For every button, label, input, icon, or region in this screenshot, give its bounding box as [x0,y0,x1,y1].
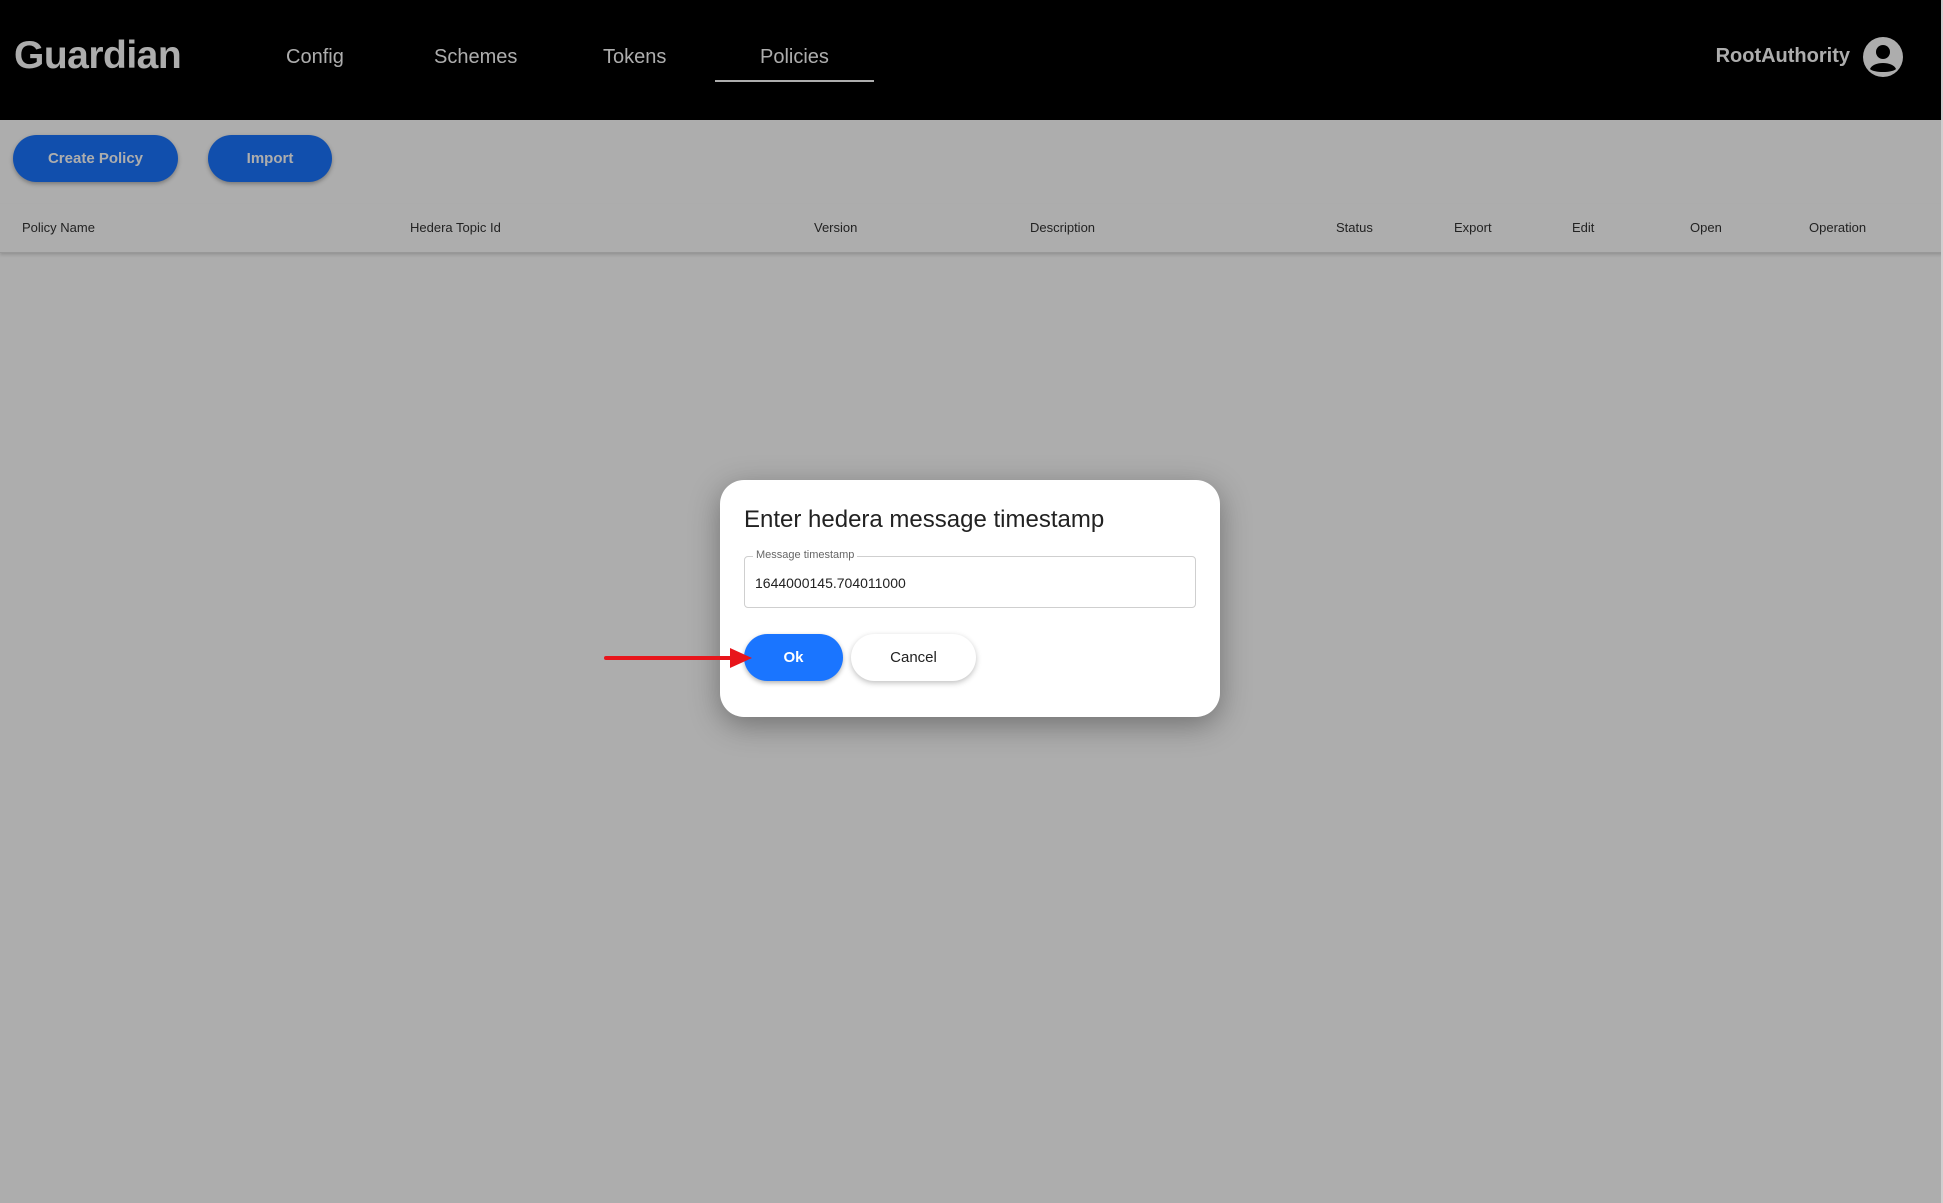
dialog-title: Enter hedera message timestamp [744,506,1105,533]
message-timestamp-field[interactable]: Message timestamp [744,549,1196,608]
message-timestamp-label: Message timestamp [753,549,858,561]
ok-button[interactable]: Ok [744,634,843,681]
cancel-button[interactable]: Cancel [851,634,976,681]
message-timestamp-input[interactable] [755,575,1175,591]
annotation-arrow-icon [604,648,752,668]
app-root: Guardian Config Schemes Tokens Policies … [0,0,1943,1203]
timestamp-dialog: Enter hedera message timestamp Message t… [720,480,1220,717]
